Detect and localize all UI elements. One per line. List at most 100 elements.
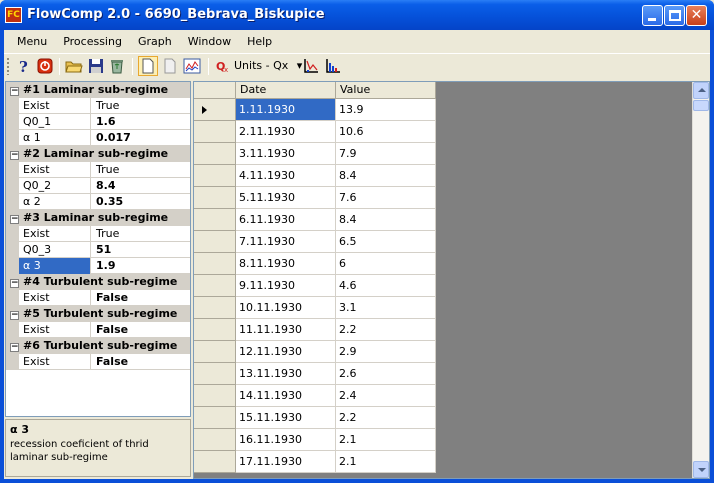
property-row[interactable]: Q0_1 1.6 bbox=[6, 114, 190, 130]
row-header[interactable] bbox=[194, 363, 236, 385]
property-row[interactable]: Exist True bbox=[6, 98, 190, 114]
table-row[interactable]: 4.11.1930 8.4 bbox=[194, 165, 436, 187]
value-cell[interactable]: 2.2 bbox=[336, 319, 436, 341]
property-row[interactable]: α 1 0.017 bbox=[6, 130, 190, 146]
property-row[interactable]: Exist False bbox=[6, 290, 190, 306]
property-name[interactable]: Exist bbox=[19, 162, 91, 178]
property-row[interactable]: Q0_2 8.4 bbox=[6, 178, 190, 194]
property-name[interactable]: α 1 bbox=[19, 130, 91, 146]
value-cell[interactable]: 7.6 bbox=[336, 187, 436, 209]
value-cell[interactable]: 2.9 bbox=[336, 341, 436, 363]
table-row[interactable]: 1.11.1930 13.9 bbox=[194, 99, 436, 121]
table-row[interactable]: 13.11.1930 2.6 bbox=[194, 363, 436, 385]
row-header[interactable] bbox=[194, 231, 236, 253]
value-cell[interactable]: 7.9 bbox=[336, 143, 436, 165]
property-value[interactable]: 51 bbox=[92, 242, 190, 258]
date-cell[interactable]: 13.11.1930 bbox=[236, 363, 336, 385]
property-row[interactable]: Exist False bbox=[6, 322, 190, 338]
new-document-icon[interactable] bbox=[138, 56, 158, 76]
property-name[interactable]: Exist bbox=[19, 354, 91, 370]
property-name[interactable]: Q0_1 bbox=[19, 114, 91, 130]
collapse-icon[interactable]: − bbox=[10, 215, 19, 224]
row-header[interactable] bbox=[194, 407, 236, 429]
row-header[interactable] bbox=[194, 451, 236, 473]
property-category[interactable]: − #4 Turbulent sub-regime bbox=[6, 274, 190, 290]
table-row[interactable]: 5.11.1930 7.6 bbox=[194, 187, 436, 209]
minimize-button[interactable] bbox=[642, 5, 663, 26]
column-header-date[interactable]: Date bbox=[236, 82, 336, 99]
row-header[interactable] bbox=[194, 429, 236, 451]
scroll-down-button[interactable] bbox=[693, 461, 709, 478]
property-grid[interactable]: − #1 Laminar sub-regime Exist True Q0_1 1.6 α … bbox=[5, 81, 191, 417]
property-row[interactable]: α 2 0.35 bbox=[6, 194, 190, 210]
close-button[interactable]: ✕ bbox=[686, 5, 707, 26]
date-cell[interactable]: 17.11.1930 bbox=[236, 451, 336, 473]
chart-bars-icon[interactable] bbox=[324, 57, 342, 75]
property-name[interactable]: Exist bbox=[19, 226, 91, 242]
table-row[interactable]: 2.11.1930 10.6 bbox=[194, 121, 436, 143]
row-header[interactable] bbox=[194, 319, 236, 341]
property-category[interactable]: − #5 Turbulent sub-regime bbox=[6, 306, 190, 322]
value-cell[interactable]: 2.2 bbox=[336, 407, 436, 429]
value-cell[interactable]: 3.1 bbox=[336, 297, 436, 319]
property-row[interactable]: Exist True bbox=[6, 162, 190, 178]
row-header[interactable] bbox=[194, 275, 236, 297]
table-row[interactable]: 16.11.1930 2.1 bbox=[194, 429, 436, 451]
collapse-icon[interactable]: − bbox=[10, 343, 19, 352]
maximize-button[interactable] bbox=[664, 5, 685, 26]
property-value[interactable]: 0.35 bbox=[92, 194, 190, 210]
value-cell[interactable]: 6 bbox=[336, 253, 436, 275]
menu-graph[interactable]: Graph bbox=[130, 30, 180, 53]
scroll-up-button[interactable] bbox=[693, 82, 709, 99]
date-cell[interactable]: 8.11.1930 bbox=[236, 253, 336, 275]
date-cell[interactable]: 2.11.1930 bbox=[236, 121, 336, 143]
property-name[interactable]: Q0_2 bbox=[19, 178, 91, 194]
property-name[interactable]: α 3 bbox=[19, 258, 91, 274]
date-cell[interactable]: 4.11.1930 bbox=[236, 165, 336, 187]
property-name[interactable]: α 2 bbox=[19, 194, 91, 210]
units-dropdown[interactable]: Units - Qx ▾ bbox=[234, 59, 302, 72]
property-name[interactable]: Exist bbox=[19, 98, 91, 114]
date-cell[interactable]: 15.11.1930 bbox=[236, 407, 336, 429]
value-cell[interactable]: 2.6 bbox=[336, 363, 436, 385]
value-cell[interactable]: 2.4 bbox=[336, 385, 436, 407]
row-header[interactable] bbox=[194, 121, 236, 143]
date-cell[interactable]: 10.11.1930 bbox=[236, 297, 336, 319]
data-grid[interactable]: Date Value 1.11.1930 13.9 2.11.1930 10.6 3.1… bbox=[193, 81, 710, 479]
date-cell[interactable]: 6.11.1930 bbox=[236, 209, 336, 231]
table-row[interactable]: 6.11.1930 8.4 bbox=[194, 209, 436, 231]
table-row[interactable]: 15.11.1930 2.2 bbox=[194, 407, 436, 429]
collapse-icon[interactable]: − bbox=[10, 311, 19, 320]
property-row[interactable]: Exist True bbox=[6, 226, 190, 242]
date-cell[interactable]: 11.11.1930 bbox=[236, 319, 336, 341]
grid-corner-header[interactable] bbox=[194, 82, 236, 99]
table-row[interactable]: 9.11.1930 4.6 bbox=[194, 275, 436, 297]
chart-icon[interactable] bbox=[183, 57, 201, 75]
collapse-icon[interactable]: − bbox=[10, 279, 19, 288]
document-icon[interactable] bbox=[161, 57, 179, 75]
property-row[interactable]: Q0_3 51 bbox=[6, 242, 190, 258]
property-value[interactable]: 1.6 bbox=[92, 114, 190, 130]
row-header[interactable] bbox=[194, 209, 236, 231]
date-cell[interactable]: 12.11.1930 bbox=[236, 341, 336, 363]
table-row[interactable]: 3.11.1930 7.9 bbox=[194, 143, 436, 165]
value-cell[interactable]: 2.1 bbox=[336, 429, 436, 451]
title-bar[interactable]: FC FlowComp 2.0 - 6690_Bebrava_Biskupice… bbox=[0, 0, 714, 30]
save-icon[interactable] bbox=[87, 57, 105, 75]
menu-menu[interactable]: Menu bbox=[9, 30, 55, 53]
date-cell[interactable]: 16.11.1930 bbox=[236, 429, 336, 451]
menu-help[interactable]: Help bbox=[239, 30, 280, 53]
date-cell[interactable]: 1.11.1930 bbox=[236, 99, 336, 121]
table-row[interactable]: 7.11.1930 6.5 bbox=[194, 231, 436, 253]
row-header[interactable] bbox=[194, 165, 236, 187]
menu-window[interactable]: Window bbox=[180, 30, 239, 53]
row-header[interactable] bbox=[194, 143, 236, 165]
toolbar-grip[interactable] bbox=[7, 58, 9, 75]
property-value[interactable]: 0.017 bbox=[92, 130, 190, 146]
row-header[interactable] bbox=[194, 253, 236, 275]
recycle-icon[interactable] bbox=[108, 57, 126, 75]
row-header[interactable] bbox=[194, 341, 236, 363]
property-category[interactable]: − #3 Laminar sub-regime bbox=[6, 210, 190, 226]
property-value[interactable]: False bbox=[92, 322, 190, 338]
value-cell[interactable]: 8.4 bbox=[336, 209, 436, 231]
